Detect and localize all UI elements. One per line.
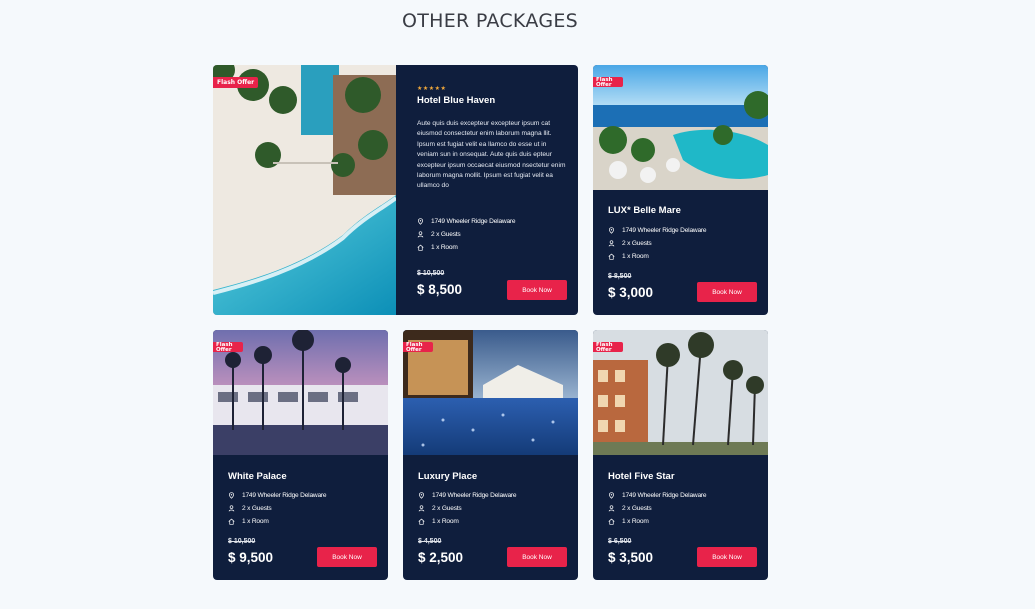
guests-row: 2 x Guests xyxy=(417,228,515,241)
user-icon xyxy=(608,505,615,512)
package-card[interactable]: Flash Offer Hotel Five Star 1749 Wheeler… xyxy=(593,330,768,580)
address-row: 1749 Wheeler Ridge Delaware xyxy=(608,489,707,502)
old-price: $ 8,500 xyxy=(608,273,632,280)
location-pin-icon xyxy=(418,218,423,225)
old-price: $ 10,500 xyxy=(417,270,445,277)
home-icon xyxy=(228,518,235,525)
room-row: 1 x Room xyxy=(608,515,706,528)
address-row: 1749 Wheeler Ridge Delaware xyxy=(417,215,516,228)
room-row: 1 x Room xyxy=(228,515,326,528)
rating-stars: ★★★★★ xyxy=(417,86,447,92)
flash-offer-badge: Flash Offer xyxy=(593,342,623,352)
address-row: 1749 Wheeler Ridge Delaware xyxy=(608,224,707,237)
room-text: 1 x Room xyxy=(431,244,458,251)
address-text: 1749 Wheeler Ridge Delaware xyxy=(431,218,516,225)
guests-row: 2 x Guests xyxy=(228,502,326,515)
hotel-details: 1749 Wheeler Ridge Delaware 2 x Guests 1… xyxy=(608,489,707,528)
room-text: 1 x Room xyxy=(432,518,459,525)
flash-offer-badge: Flash Offer xyxy=(593,77,623,87)
book-now-button[interactable]: Book Now xyxy=(507,280,567,300)
hotel-details: 1749 Wheeler Ridge Delaware 2 x Guests 1… xyxy=(228,489,327,528)
location-pin-icon xyxy=(419,492,424,499)
current-price: $ 3,500 xyxy=(608,550,654,565)
old-price: $ 6,500 xyxy=(608,538,632,545)
package-card[interactable]: Flash Offer White Palace 1749 Wheeler Ri… xyxy=(213,330,388,580)
current-price: $ 8,500 xyxy=(417,282,463,297)
package-card[interactable]: Flash Offer LUX* Belle Mare 1749 Wheeler… xyxy=(593,65,768,315)
location-pin-icon xyxy=(229,492,234,499)
flash-offer-badge: Flash Offer xyxy=(213,342,243,352)
old-price: $ 4,500 xyxy=(418,538,442,545)
hotel-name: White Palace xyxy=(228,471,287,482)
guests-text: 2 x Guests xyxy=(432,505,462,512)
user-icon xyxy=(417,231,424,238)
address-row: 1749 Wheeler Ridge Delaware xyxy=(418,489,517,502)
guests-row: 2 x Guests xyxy=(608,237,706,250)
room-row: 1 x Room xyxy=(417,241,515,254)
hotel-name: Luxury Place xyxy=(418,471,478,482)
home-icon xyxy=(417,244,424,251)
home-icon xyxy=(608,518,615,525)
current-price: $ 9,500 xyxy=(228,550,274,565)
guests-text: 2 x Guests xyxy=(622,240,652,247)
hotel-photo xyxy=(213,65,396,315)
user-icon xyxy=(608,240,615,247)
flash-offer-badge: Flash Offer xyxy=(213,77,259,88)
flash-offer-badge: Flash Offer xyxy=(403,342,433,352)
book-now-button[interactable]: Book Now xyxy=(697,547,757,567)
address-text: 1749 Wheeler Ridge Delaware xyxy=(622,227,707,234)
current-price: $ 2,500 xyxy=(418,550,464,565)
book-now-button[interactable]: Book Now xyxy=(507,547,567,567)
current-price: $ 3,000 xyxy=(608,285,654,300)
hotel-description: Aute quis duis excepteur excepteur ipsum… xyxy=(417,120,566,190)
guests-row: 2 x Guests xyxy=(608,502,706,515)
guests-row: 2 x Guests xyxy=(418,502,516,515)
room-row: 1 x Room xyxy=(608,250,706,263)
user-icon xyxy=(418,505,425,512)
hotel-details: 1749 Wheeler Ridge Delaware 2 x Guests 1… xyxy=(417,215,516,254)
hotel-name: LUX* Belle Mare xyxy=(608,205,681,216)
address-row: 1749 Wheeler Ridge Delaware xyxy=(228,489,327,502)
hotel-details: 1749 Wheeler Ridge Delaware 2 x Guests 1… xyxy=(418,489,517,528)
hotel-details: 1749 Wheeler Ridge Delaware 2 x Guests 1… xyxy=(608,224,707,263)
room-text: 1 x Room xyxy=(242,518,269,525)
address-text: 1749 Wheeler Ridge Delaware xyxy=(622,492,707,499)
room-text: 1 x Room xyxy=(622,253,649,260)
book-now-button[interactable]: Book Now xyxy=(697,282,757,302)
hotel-name: Hotel Five Star xyxy=(608,471,675,482)
guests-text: 2 x Guests xyxy=(622,505,652,512)
home-icon xyxy=(608,253,615,260)
section-title: OTHER PACKAGES xyxy=(401,10,579,32)
hotel-name: Hotel Blue Haven xyxy=(417,95,496,106)
location-pin-icon xyxy=(609,227,614,234)
home-icon xyxy=(418,518,425,525)
featured-package-card[interactable]: Flash Offer ★★★★★ Hotel Blue Haven Aute … xyxy=(213,65,578,315)
old-price: $ 10,500 xyxy=(228,538,256,545)
room-row: 1 x Room xyxy=(418,515,516,528)
book-now-button[interactable]: Book Now xyxy=(317,547,377,567)
room-text: 1 x Room xyxy=(622,518,649,525)
package-card[interactable]: Flash Offer Luxury Place 1749 Wheeler Ri… xyxy=(403,330,578,580)
address-text: 1749 Wheeler Ridge Delaware xyxy=(432,492,517,499)
location-pin-icon xyxy=(609,492,614,499)
user-icon xyxy=(228,505,235,512)
guests-text: 2 x Guests xyxy=(242,505,272,512)
guests-text: 2 x Guests xyxy=(431,231,461,238)
address-text: 1749 Wheeler Ridge Delaware xyxy=(242,492,327,499)
